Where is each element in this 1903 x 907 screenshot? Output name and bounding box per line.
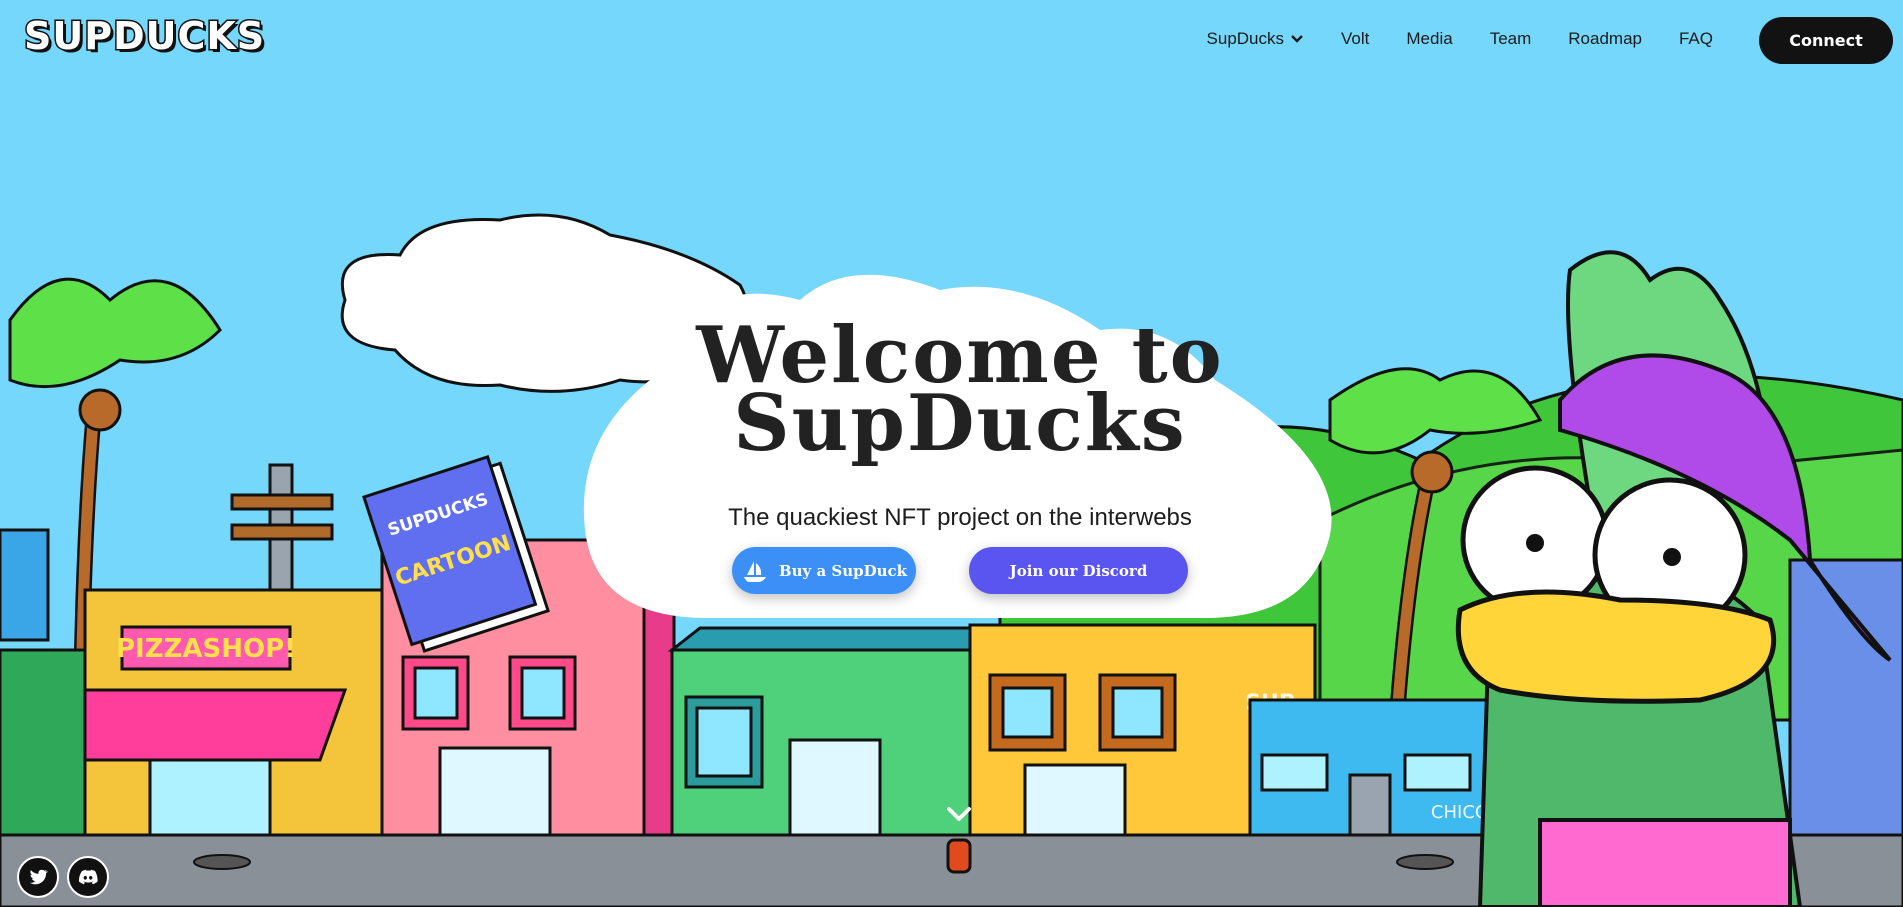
teal-building — [667, 626, 994, 842]
nav-item-roadmap[interactable]: Roadmap — [1568, 29, 1642, 49]
nav-item-label: Volt — [1341, 29, 1370, 48]
hero-subtitle: The quackiest NFT project on the interwe… — [728, 504, 1192, 531]
nav-item-media[interactable]: Media — [1406, 29, 1452, 49]
opensea-boat-icon — [743, 560, 766, 582]
nav-item-label: SupDucks — [1206, 29, 1285, 48]
twitter-button[interactable] — [17, 856, 59, 898]
buy-supduck-label: Buy a SupDuck — [778, 561, 908, 580]
top-navigation-bar: SUPDUCKS SupDucks Volt Media Team Roadma… — [0, 0, 1903, 82]
discord-button[interactable] — [67, 856, 109, 898]
scroll-down-icon[interactable] — [945, 800, 973, 828]
main-nav: SupDucks Volt Media Team Roadmap FAQ — [1207, 29, 1713, 49]
hero-title-line-2: SupDucks — [733, 378, 1187, 469]
nav-item-label: Roadmap — [1568, 29, 1642, 48]
fire-hydrant — [946, 838, 972, 874]
graffiti-chico: CHICO — [1431, 802, 1489, 823]
discord-icon — [79, 869, 98, 885]
pizza-shop-sign: PIZZASHOP! — [116, 634, 296, 664]
join-discord-button[interactable]: Join our Discord — [969, 547, 1188, 594]
nav-item-label: Media — [1406, 29, 1453, 48]
join-discord-label: Join our Discord — [1009, 561, 1148, 580]
nav-item-label: FAQ — [1678, 29, 1713, 48]
buy-supduck-button[interactable]: Buy a SupDuck — [732, 547, 916, 594]
chevron-down-icon — [1291, 35, 1303, 43]
twitter-icon — [29, 869, 48, 885]
hero-title: Welcome to SupDucks — [580, 317, 1340, 469]
nav-item-supducks[interactable]: SupDucks — [1207, 29, 1304, 49]
connect-button[interactable]: Connect — [1759, 17, 1893, 64]
nav-item-team[interactable]: Team — [1490, 29, 1532, 49]
nav-item-label: Team — [1489, 29, 1532, 48]
nav-item-faq[interactable]: FAQ — [1679, 29, 1713, 49]
supducks-logo[interactable]: SUPDUCKS — [22, 13, 265, 60]
nav-item-volt[interactable]: Volt — [1341, 29, 1369, 49]
hero-section: Welcome to SupDucks The quackiest NFT pr… — [580, 282, 1340, 627]
